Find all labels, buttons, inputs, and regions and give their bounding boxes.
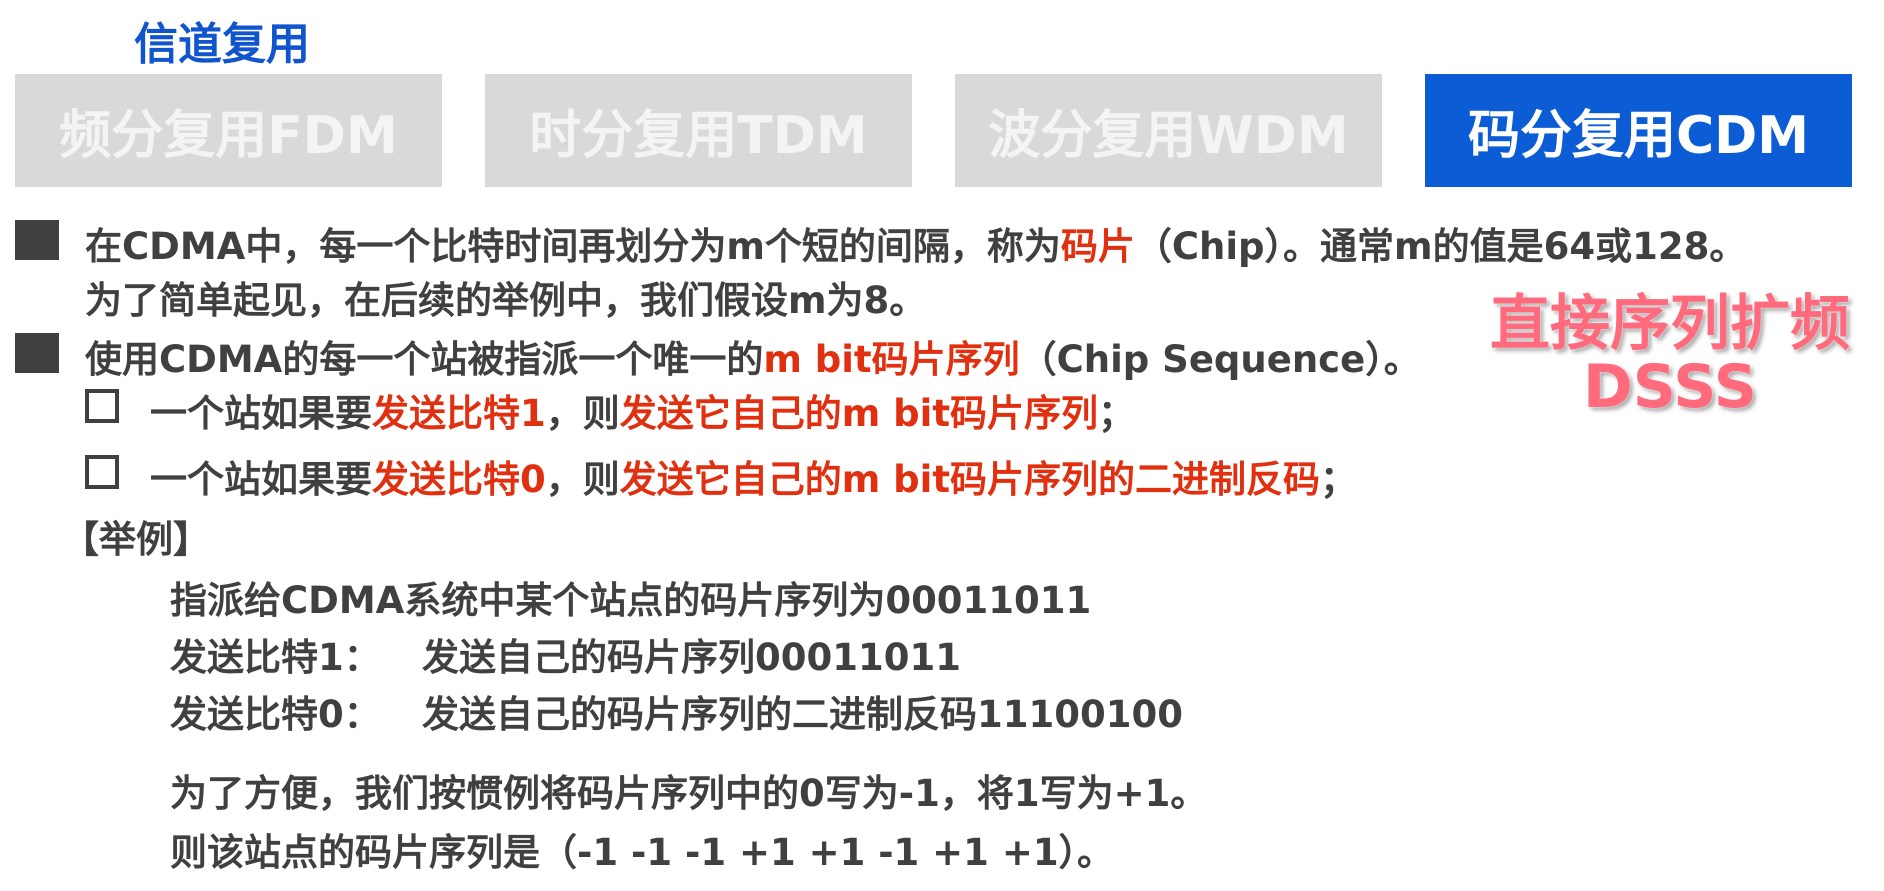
sub1-mid: ，则 [545, 392, 620, 435]
bullet2-text-post: （Chip Sequence）。 [1019, 338, 1421, 381]
bullet1-highlight: 码片 [1060, 225, 1135, 268]
dsss-annotation-en: DSSS [1582, 352, 1758, 422]
tab-cdm[interactable]: 码分复用CDM [1425, 74, 1852, 187]
sub2-red2: 发送它自己的m bit码片序列的二进制反码 [619, 458, 1321, 501]
sub2-pre: 一个站如果要 [150, 458, 372, 501]
bullet1-line2: 为了简单起见，在后续的举例中，我们假设m为8。 [85, 279, 927, 322]
tab-wdm[interactable]: 波分复用WDM [955, 74, 1382, 187]
example-line3-value: 发送自己的码片序列的二进制反码11100100 [422, 693, 1183, 736]
bullet2-highlight: m bit码片序列 [763, 338, 1020, 381]
sub1-red1: 发送比特1 [372, 392, 546, 435]
dsss-annotation-cn: 直接序列扩频 [1490, 289, 1850, 359]
sub1-pre: 一个站如果要 [150, 392, 372, 435]
section-title: 信道复用 [134, 19, 310, 70]
bullet2-text-pre: 使用CDMA的每一个站被指派一个唯一的 [85, 338, 764, 381]
example-line3-label: 发送比特0： [170, 693, 381, 736]
sub2-mid: ，则 [545, 458, 620, 501]
sub2-red1: 发送比特0 [372, 458, 546, 501]
sub1-post: ； [1098, 392, 1136, 435]
example-line5: 则该站点的码片序列是（-1 -1 -1 +1 +1 -1 +1 +1）。 [170, 831, 1115, 874]
example-heading: 【举例】 [62, 518, 210, 561]
bullet-square-icon [15, 220, 59, 260]
bullet1-text-pre: 在CDMA中，每一个比特时间再划分为m个短的间隔，称为 [85, 225, 1061, 268]
bullet-square-icon [15, 333, 59, 373]
sub1-red2: 发送它自己的m bit码片序列 [619, 392, 1099, 435]
tab-fdm[interactable]: 频分复用FDM [15, 74, 442, 187]
example-line4: 为了方便，我们按惯例将码片序列中的0写为-1，将1写为+1。 [170, 772, 1208, 815]
example-line2-label: 发送比特1： [170, 636, 381, 679]
example-line1: 指派给CDMA系统中某个站点的码片序列为00011011 [170, 579, 1092, 622]
tab-tdm[interactable]: 时分复用TDM [485, 74, 912, 187]
sub2-line: 一个站如果要发送比特0，则发送它自己的m bit码片序列的二进制反码； [150, 449, 1357, 503]
example-line2-value: 发送自己的码片序列00011011 [422, 636, 961, 679]
checkbox-icon [85, 455, 119, 489]
sub1-line: 一个站如果要发送比特1，则发送它自己的m bit码片序列； [150, 383, 1135, 437]
bullet1-text-post: （Chip）。通常m的值是64或128。 [1134, 225, 1747, 268]
sub2-post: ； [1320, 458, 1358, 501]
bullet1-line1: 在CDMA中，每一个比特时间再划分为m个短的间隔，称为码片（Chip）。通常m的… [85, 216, 1746, 270]
checkbox-icon [85, 389, 119, 423]
bullet2-line: 使用CDMA的每一个站被指派一个唯一的m bit码片序列（Chip Sequen… [85, 329, 1421, 383]
